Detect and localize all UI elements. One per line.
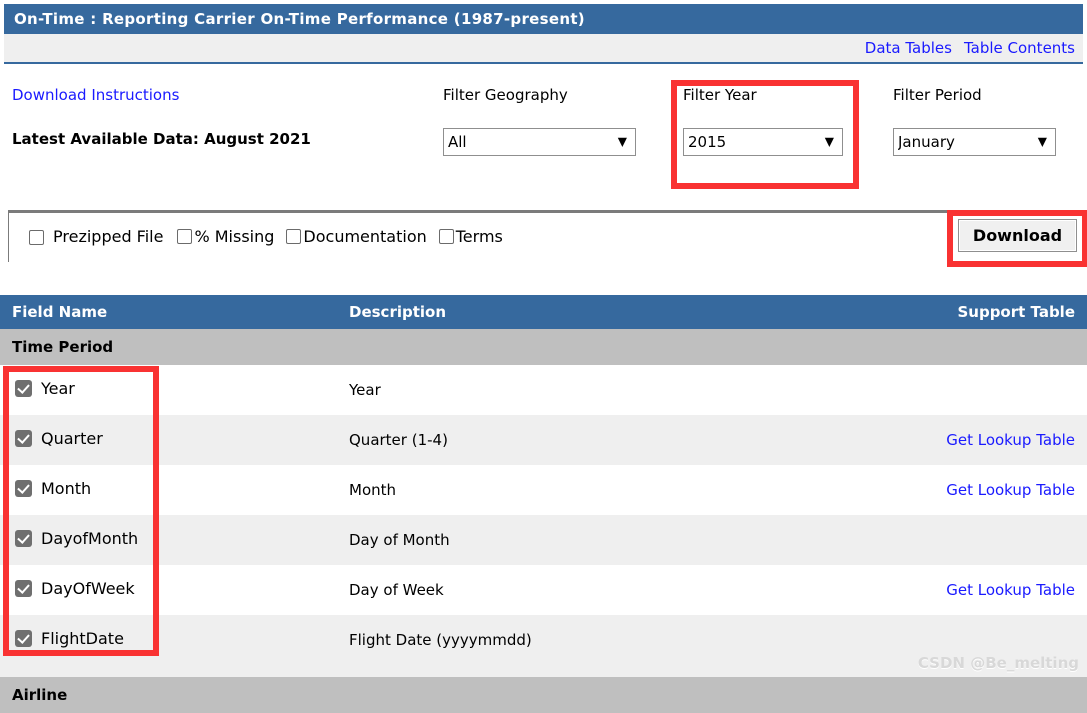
filter-year-select[interactable]: 2015 — [683, 128, 843, 156]
field-description: Quarter (1-4) — [349, 431, 448, 449]
fields-table: Field Name Description Support Table Tim… — [0, 295, 1087, 713]
link-get-lookup-table[interactable]: Get Lookup Table — [946, 481, 1075, 499]
filter-period-group: Filter Period January ▼ — [893, 86, 1056, 156]
table-row: DayofMonth Day of Month — [0, 515, 1087, 565]
table-row: Quarter Quarter (1-4) Get Lookup Table — [0, 415, 1087, 465]
column-header-field-name: Field Name — [12, 303, 108, 321]
left-info-column: Download Instructions Latest Available D… — [12, 86, 422, 148]
page-title: On-Time : Reporting Carrier On-Time Perf… — [14, 10, 585, 28]
field-checkbox-flightdate[interactable]: FlightDate — [15, 629, 124, 648]
table-row: Month Month Get Lookup Table — [0, 465, 1087, 515]
support-table-cell: Get Lookup Table — [946, 581, 1075, 599]
filter-year-select-wrap[interactable]: 2015 ▼ — [683, 128, 843, 156]
table-header-row: Field Name Description Support Table — [0, 295, 1087, 329]
field-description: Month — [349, 481, 397, 499]
field-checkbox-dayofweek[interactable]: DayOfWeek — [15, 579, 135, 598]
table-row: Year Year — [0, 365, 1087, 415]
checkbox-documentation-label: Documentation — [303, 227, 427, 246]
download-options-row: Prezipped File % Missing Documentation T… — [29, 229, 503, 245]
field-description: Day of Month — [349, 531, 450, 549]
field-name-label: Quarter — [41, 429, 103, 448]
checkbox-prezipped-file[interactable]: Prezipped File — [29, 229, 163, 245]
checkbox-box-icon[interactable] — [286, 229, 302, 244]
checkbox-checked-icon[interactable] — [15, 480, 32, 497]
checkbox-prezipped-file-label: Prezipped File — [53, 227, 164, 246]
filter-period-label: Filter Period — [893, 86, 982, 104]
filter-year-group: Filter Year 2015 ▼ — [683, 86, 843, 156]
group-row-time-period: Time Period — [0, 329, 1087, 365]
checkbox-terms[interactable]: Terms — [438, 227, 503, 246]
field-name-label: Year — [41, 379, 75, 398]
filter-period-select-wrap[interactable]: January ▼ — [893, 128, 1056, 156]
watermark: CSDN @Be_melting — [917, 654, 1079, 672]
field-description: Flight Date (yyyymmdd) — [349, 631, 532, 649]
field-name-label: DayOfWeek — [41, 579, 135, 598]
filter-period-select[interactable]: January — [893, 128, 1056, 156]
column-header-support-table: Support Table — [957, 303, 1075, 321]
field-checkbox-month[interactable]: Month — [15, 479, 91, 498]
filter-year-label: Filter Year — [683, 86, 757, 104]
filter-geography-select[interactable]: All — [443, 128, 636, 156]
field-description: Year — [349, 381, 381, 399]
support-table-cell: Get Lookup Table — [946, 481, 1075, 499]
top-nav-links: Data Tables Table Contents — [4, 34, 1083, 64]
support-table-cell: Get Lookup Table — [946, 431, 1075, 449]
link-get-lookup-table[interactable]: Get Lookup Table — [946, 431, 1075, 449]
field-checkbox-quarter[interactable]: Quarter — [15, 429, 103, 448]
column-header-description: Description — [349, 303, 447, 321]
link-download-instructions[interactable]: Download Instructions — [12, 86, 179, 104]
field-checkbox-year[interactable]: Year — [15, 379, 75, 398]
group-row-label: Airline — [12, 686, 68, 704]
checkbox-terms-label: Terms — [455, 227, 503, 246]
group-row-label: Time Period — [12, 338, 114, 356]
checkbox-box-icon[interactable] — [177, 229, 193, 244]
field-name-label: FlightDate — [41, 629, 124, 648]
group-row-airline: Airline — [0, 677, 1087, 713]
filter-area: Download Instructions Latest Available D… — [0, 66, 1087, 196]
checkbox-checked-icon[interactable] — [15, 530, 32, 547]
checkbox-checked-icon[interactable] — [15, 580, 32, 597]
table-row: DayOfWeek Day of Week Get Lookup Table — [0, 565, 1087, 615]
field-checkbox-dayofmonth[interactable]: DayofMonth — [15, 529, 138, 548]
filter-geography-label: Filter Geography — [443, 86, 568, 104]
link-table-contents[interactable]: Table Contents — [964, 39, 1075, 57]
checkbox-checked-icon[interactable] — [15, 430, 32, 447]
window-title-bar: On-Time : Reporting Carrier On-Time Perf… — [4, 4, 1083, 34]
checkbox-checked-icon[interactable] — [15, 630, 32, 647]
latest-available-data: Latest Available Data: August 2021 — [12, 130, 311, 148]
field-description: Day of Week — [349, 581, 444, 599]
download-options-panel: Prezipped File % Missing Documentation T… — [8, 210, 1079, 262]
checkbox-percent-missing-label: % Missing — [194, 227, 275, 246]
field-name-label: DayofMonth — [41, 529, 139, 548]
filter-geography-group: Filter Geography All ▼ — [443, 86, 636, 156]
checkbox-box-icon[interactable] — [438, 229, 454, 244]
checkbox-percent-missing[interactable]: % Missing — [177, 229, 274, 245]
checkbox-documentation[interactable]: Documentation — [286, 227, 427, 246]
link-data-tables[interactable]: Data Tables — [865, 39, 952, 57]
checkbox-checked-icon[interactable] — [15, 380, 32, 397]
checkbox-box-icon[interactable] — [29, 229, 44, 245]
download-button[interactable]: Download — [958, 219, 1077, 252]
link-get-lookup-table[interactable]: Get Lookup Table — [946, 581, 1075, 599]
field-name-label: Month — [41, 479, 92, 498]
filter-geography-select-wrap[interactable]: All ▼ — [443, 128, 636, 156]
